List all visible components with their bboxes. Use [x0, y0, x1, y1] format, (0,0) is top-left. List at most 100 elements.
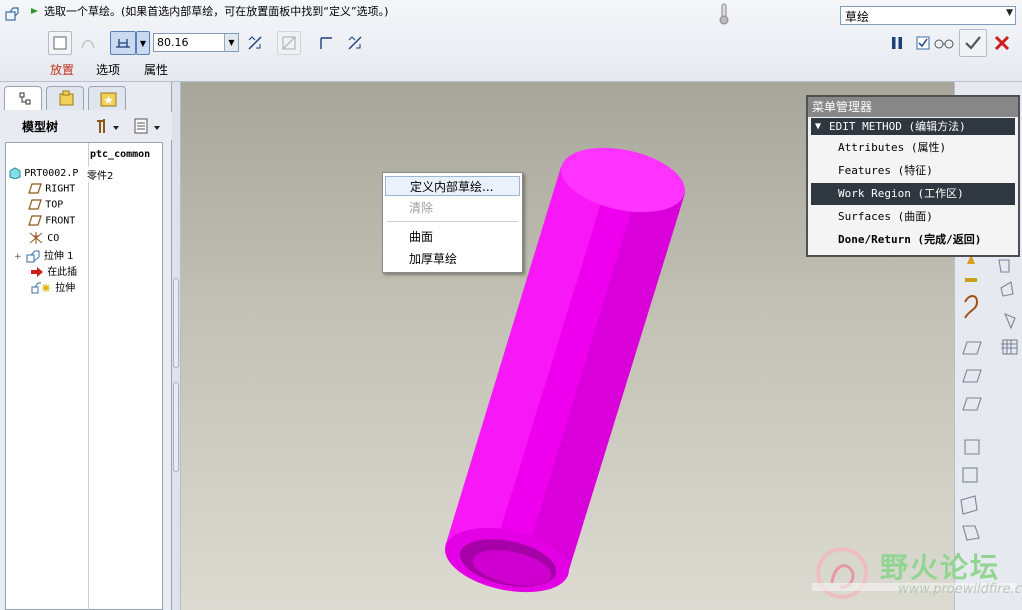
show-list-icon	[134, 118, 160, 134]
menu-manager-item-surfaces[interactable]: Surfaces (曲面)	[811, 206, 1015, 228]
tools-icon	[97, 119, 119, 133]
pause-button[interactable]	[885, 31, 909, 55]
tree-item-part[interactable]: PRT0002.P	[9, 167, 79, 180]
prompt-arrow-icon	[31, 8, 38, 14]
splitter-grip[interactable]	[173, 382, 179, 472]
menu-manager: 菜单管理器 ▼ EDIT METHOD (编辑方法) Attributes (属…	[806, 95, 1020, 257]
menu-manager-item-attributes[interactable]: Attributes (属性)	[811, 137, 1015, 159]
tab-options[interactable]: 选项	[96, 61, 120, 78]
navigator-panel: 模型树 ptc_common PRT0002.P 零件2 RIGHT TOP F…	[0, 82, 172, 610]
expand-icon[interactable]: +	[14, 252, 22, 262]
datum-plane-icon	[28, 215, 42, 226]
thicken-icon	[81, 40, 95, 49]
depth-value: 80.16	[157, 36, 189, 49]
surface-toggle-button[interactable]	[48, 31, 72, 55]
panel-splitter[interactable]	[172, 82, 181, 610]
menu-manager-item-work-region[interactable]: Work Region (工作区)	[811, 183, 1015, 205]
tree-item-label: RIGHT	[45, 183, 76, 195]
tree-item-label: FRONT	[45, 215, 76, 227]
part-icon	[9, 167, 21, 180]
depth-value-input[interactable]: 80.16 ▼	[153, 33, 239, 52]
tree-item-label: TOP	[45, 199, 64, 211]
remove-material-button[interactable]	[277, 31, 301, 55]
tree-item-label: 拉伸 1	[43, 251, 74, 262]
prompt-message: 选取一个草绘。(如果首选内部草绘，可在放置面板中找到“定义”选项。)	[44, 5, 389, 18]
tree-item-top[interactable]: TOP	[28, 199, 63, 211]
model-tree-icon	[19, 92, 31, 105]
pause-icon	[892, 37, 902, 49]
tree-item-extrude-new[interactable]: 拉伸	[30, 279, 75, 295]
tab-favorites[interactable]	[88, 86, 126, 110]
chevron-down-icon: ▼	[139, 38, 147, 48]
tab-properties[interactable]: 属性	[144, 61, 168, 78]
menu-manager-title: 菜单管理器	[808, 97, 1018, 117]
model-tree-title: 模型树	[22, 120, 59, 134]
thicken-sketch-button[interactable]	[314, 31, 338, 55]
tab-place[interactable]: 放置	[50, 61, 74, 78]
flip-thickness-button[interactable]	[343, 31, 367, 55]
menu-item-surface[interactable]: 曲面	[385, 227, 520, 247]
datum-plane-icon	[28, 183, 42, 194]
insert-here-icon	[31, 267, 43, 277]
menu-manager-header[interactable]: ▼ EDIT METHOD (编辑方法)	[811, 118, 1015, 135]
flip-direction-button[interactable]	[243, 31, 267, 55]
menu-manager-item-features[interactable]: Features (特征)	[811, 160, 1015, 182]
watermark-url: www.proewildfire.cn	[898, 582, 1022, 597]
menu-manager-header-label: EDIT METHOD (编辑方法)	[829, 120, 966, 133]
sketch-tool-icon	[5, 7, 19, 21]
extrude-icon	[26, 250, 40, 263]
progress-indicator-icon	[719, 3, 729, 25]
menu-item-clear[interactable]: 清除	[385, 198, 520, 218]
flip-thickness-icon	[348, 36, 362, 50]
folder-icon	[59, 90, 74, 106]
coordinate-system-icon	[29, 232, 43, 244]
menu-item-define-internal-sketch[interactable]: 定义内部草绘...	[385, 176, 520, 196]
collapse-triangle-icon: ▼	[815, 121, 822, 132]
mode-select[interactable]: 草绘 ▼	[840, 6, 1016, 25]
thicken-toggle-button[interactable]	[76, 31, 100, 55]
flip-direction-icon	[248, 36, 262, 50]
menu-item-thicken-sketch[interactable]: 加厚草绘	[385, 249, 520, 269]
menu-separator	[387, 221, 518, 222]
tree-item-label: CO	[47, 233, 60, 244]
tree-item-label: PRT0002.P	[24, 168, 79, 179]
blind-depth-icon	[116, 39, 130, 48]
tab-model-tree[interactable]	[4, 86, 42, 110]
favorites-icon	[100, 92, 117, 107]
extrude-new-icon	[31, 282, 50, 294]
datum-plane-icon	[28, 199, 42, 210]
model-tree: ptc_common PRT0002.P 零件2 RIGHT TOP FRONT…	[5, 142, 163, 610]
apply-button[interactable]	[959, 29, 987, 57]
checkbox-checked-icon	[916, 36, 930, 50]
tree-item-right[interactable]: RIGHT	[28, 183, 75, 195]
tree-item-front[interactable]: FRONT	[28, 215, 75, 227]
preview-button[interactable]	[932, 31, 956, 55]
square-icon	[53, 36, 67, 50]
column-divider	[88, 143, 89, 610]
depth-option-dropdown[interactable]: ▼	[136, 31, 150, 55]
menu-manager-item-done-return[interactable]: Done/Return (完成/返回)	[811, 229, 1015, 251]
tree-item-label: 拉伸	[55, 283, 76, 294]
tree-item-csys[interactable]: CO	[28, 231, 59, 245]
tree-item-column-value: 零件2	[86, 167, 114, 182]
cancel-button[interactable]	[990, 31, 1014, 55]
depth-option-button[interactable]	[110, 31, 136, 55]
column-header[interactable]: ptc_common	[90, 149, 150, 160]
glasses-icon	[934, 39, 954, 49]
tree-item-extrude-1[interactable]: + 拉伸 1	[14, 247, 73, 263]
feature-dashboard: 选取一个草绘。(如果首选内部草绘，可在放置面板中找到“定义”选项。) 草绘 ▼ …	[0, 0, 1022, 82]
tab-folder-browser[interactable]	[46, 86, 84, 110]
tool-icon	[998, 259, 1010, 273]
splitter-grip[interactable]	[173, 278, 179, 368]
context-menu: 定义内部草绘... 清除 曲面 加厚草绘	[382, 172, 523, 273]
mode-select-value: 草绘	[845, 10, 870, 24]
tree-item-label: 在此插	[47, 267, 78, 278]
chevron-down-icon: ▼	[1006, 8, 1013, 18]
close-icon	[994, 35, 1010, 51]
tree-settings-button[interactable]	[92, 114, 124, 138]
remove-material-icon	[282, 36, 296, 50]
tree-item-insert-here[interactable]: 在此插	[30, 263, 77, 278]
tree-show-button[interactable]	[130, 114, 166, 138]
thin-feature-icon	[320, 37, 332, 49]
watermark-text: 野火论坛	[880, 551, 1001, 584]
